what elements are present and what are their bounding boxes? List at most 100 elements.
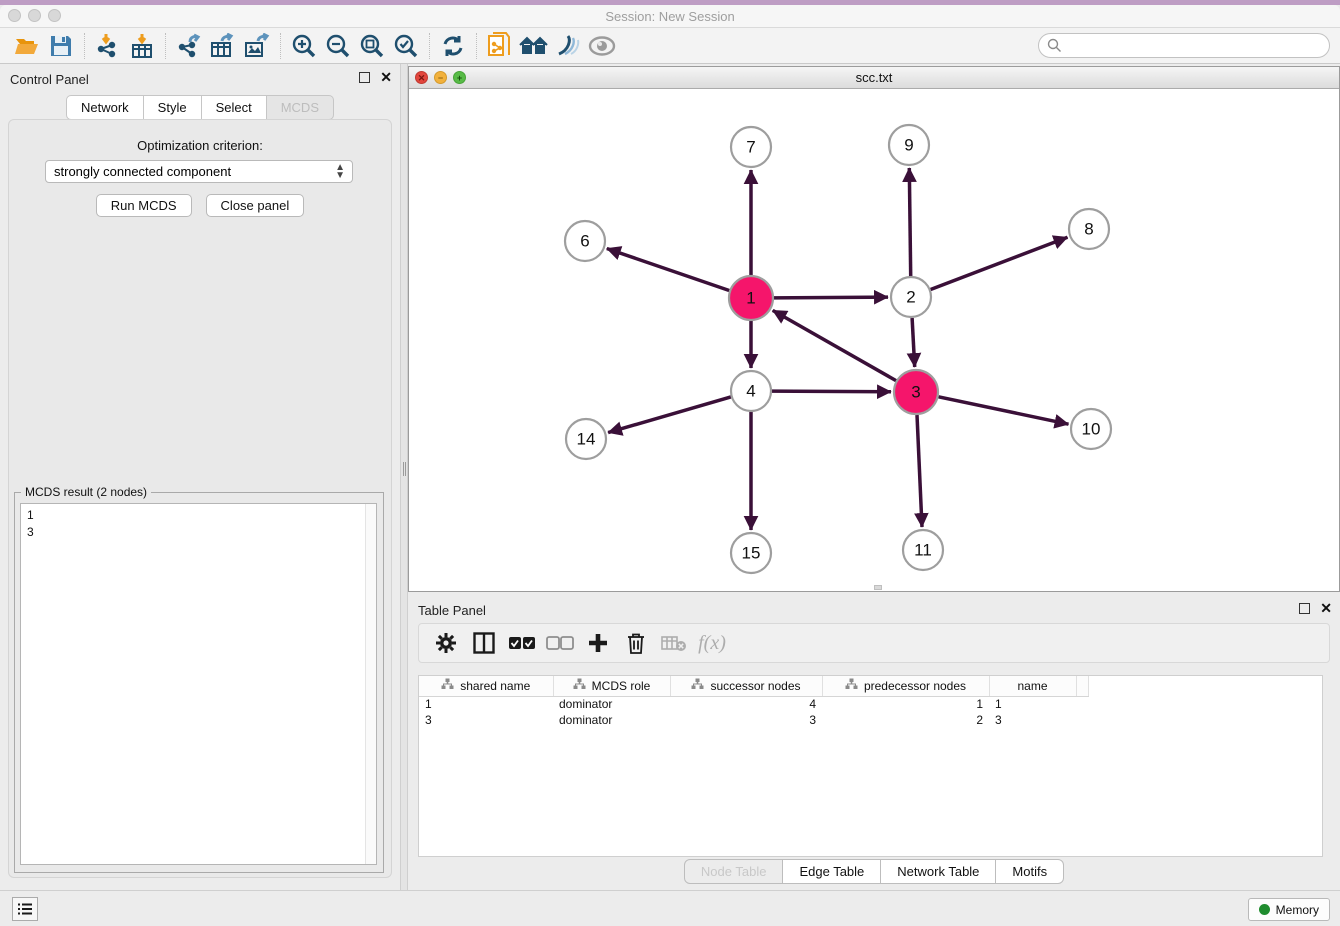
table-panel-title: Table Panel <box>418 603 486 618</box>
network-window-titlebar[interactable]: ✕ − + scc.txt <box>409 67 1339 89</box>
edge-1-6[interactable] <box>607 249 729 291</box>
search-box[interactable] <box>1038 33 1330 58</box>
node-label-11: 11 <box>914 541 932 560</box>
main-toolbar <box>0 28 1340 64</box>
settings-gear-icon[interactable] <box>429 627 463 659</box>
vertical-splitter[interactable] <box>400 64 408 890</box>
edge-3-11[interactable] <box>917 415 922 527</box>
sort-hierarchy-icon <box>441 678 454 693</box>
toolbar-separator <box>280 33 281 59</box>
node-table[interactable]: shared nameMCDS rolesuccessor nodesprede… <box>418 675 1323 857</box>
zoom-out-icon[interactable] <box>321 31 355 61</box>
canvas-resize-grip[interactable] <box>874 585 882 590</box>
control-panel-buttons: ✕ <box>359 72 392 83</box>
optimization-criterion-label: Optimization criterion: <box>9 138 391 153</box>
memory-status-icon <box>1259 904 1270 915</box>
open-session-icon[interactable] <box>10 31 44 61</box>
toolbar-separator <box>476 33 477 59</box>
chevron-updown-icon: ▲▼ <box>335 164 344 180</box>
edge-4-14[interactable] <box>608 397 731 433</box>
mcds-button-row: Run MCDS Close panel <box>9 194 391 217</box>
node-label-2: 2 <box>906 288 915 307</box>
close-panel-icon[interactable]: ✕ <box>380 72 392 83</box>
tab-edge-table[interactable]: Edge Table <box>783 859 881 884</box>
column-header-successor-nodes[interactable]: successor nodes <box>670 676 822 696</box>
export-table-icon[interactable] <box>206 31 240 61</box>
network-graph[interactable]: 7968124314101511 <box>409 89 1339 591</box>
tab-network[interactable]: Network <box>66 95 144 120</box>
export-network-icon[interactable] <box>172 31 206 61</box>
toolbar-separator <box>429 33 430 59</box>
add-column-icon[interactable] <box>581 627 615 659</box>
result-scrollbar[interactable] <box>365 504 376 864</box>
mcds-panel: Optimization criterion: strongly connect… <box>8 119 392 878</box>
mcds-result-area[interactable]: 1 3 <box>20 503 377 865</box>
network-canvas[interactable]: 7968124314101511 <box>409 89 1339 591</box>
close-panel-icon[interactable]: ✕ <box>1320 603 1332 614</box>
deselect-all-icon[interactable] <box>543 627 577 659</box>
task-history-button[interactable] <box>12 897 38 921</box>
tab-select[interactable]: Select <box>202 95 267 120</box>
import-network-icon[interactable] <box>91 31 125 61</box>
zoom-fit-icon[interactable] <box>355 31 389 61</box>
mcds-result-title: MCDS result (2 nodes) <box>21 485 151 499</box>
memory-label: Memory <box>1276 903 1319 917</box>
run-mcds-button[interactable]: Run MCDS <box>96 194 192 217</box>
node-table-grid: shared nameMCDS rolesuccessor nodesprede… <box>419 676 1089 728</box>
show-panels-icon[interactable] <box>585 31 619 61</box>
new-network-icon[interactable] <box>483 31 517 61</box>
column-header-name[interactable]: name <box>989 676 1076 696</box>
edge-4-3[interactable] <box>772 391 891 392</box>
control-panel-title: Control Panel <box>10 72 89 87</box>
tab-node-table[interactable]: Node Table <box>684 859 784 884</box>
edge-1-2[interactable] <box>774 297 888 298</box>
tab-motifs[interactable]: Motifs <box>996 859 1064 884</box>
export-image-icon[interactable] <box>240 31 274 61</box>
float-panel-icon[interactable] <box>359 72 370 83</box>
control-panel-tabs: NetworkStyleSelectMCDS <box>0 95 400 120</box>
table-header-row: shared nameMCDS rolesuccessor nodesprede… <box>419 676 1088 696</box>
network-view-window: ✕ − + scc.txt 7968124314101511 <box>408 66 1340 592</box>
edge-2-8[interactable] <box>931 237 1068 289</box>
hide-panels-icon[interactable] <box>551 31 585 61</box>
search-icon <box>1047 38 1062 53</box>
column-header-MCDS-role[interactable]: MCDS role <box>553 676 670 696</box>
tab-style[interactable]: Style <box>144 95 202 120</box>
table-row[interactable]: 3dominator323 <box>419 712 1088 728</box>
table-tabs: Node TableEdge TableNetwork TableMotifs <box>408 859 1340 884</box>
table-panel: Table Panel ✕ <box>408 595 1340 890</box>
list-icon <box>17 902 33 916</box>
import-table-icon[interactable] <box>125 31 159 61</box>
home-icon[interactable] <box>517 31 551 61</box>
table-toolbar: f(x) <box>418 623 1330 663</box>
memory-button[interactable]: Memory <box>1248 898 1330 921</box>
column-header-predecessor-nodes[interactable]: predecessor nodes <box>822 676 989 696</box>
criterion-dropdown[interactable]: strongly connected component ▲▼ <box>45 160 353 183</box>
split-panel-icon[interactable] <box>467 627 501 659</box>
edge-2-3[interactable] <box>912 318 915 367</box>
table-row[interactable]: 1dominator411 <box>419 696 1088 712</box>
edge-2-9[interactable] <box>909 168 910 276</box>
zoom-selected-icon[interactable] <box>389 31 423 61</box>
column-header-shared-name[interactable]: shared name <box>419 676 553 696</box>
node-label-15: 15 <box>742 544 761 563</box>
node-label-10: 10 <box>1082 420 1101 439</box>
close-panel-button[interactable]: Close panel <box>206 194 305 217</box>
node-label-1: 1 <box>746 289 755 308</box>
zoom-in-icon[interactable] <box>287 31 321 61</box>
save-session-icon[interactable] <box>44 31 78 61</box>
delete-column-icon[interactable] <box>619 627 653 659</box>
delete-table-icon <box>657 627 691 659</box>
edge-3-1[interactable] <box>773 310 896 380</box>
control-panel: Control Panel ✕ NetworkStyleSelectMCDS O… <box>0 64 400 890</box>
toolbar-separator <box>165 33 166 59</box>
tab-network-table[interactable]: Network Table <box>881 859 996 884</box>
tab-mcds[interactable]: MCDS <box>267 95 334 120</box>
select-all-icon[interactable] <box>505 627 539 659</box>
sort-hierarchy-icon <box>573 678 586 693</box>
search-input[interactable] <box>1067 38 1329 53</box>
float-panel-icon[interactable] <box>1299 603 1310 614</box>
refresh-layout-icon[interactable] <box>436 31 470 61</box>
node-label-9: 9 <box>904 136 913 155</box>
edge-3-10[interactable] <box>939 397 1069 424</box>
